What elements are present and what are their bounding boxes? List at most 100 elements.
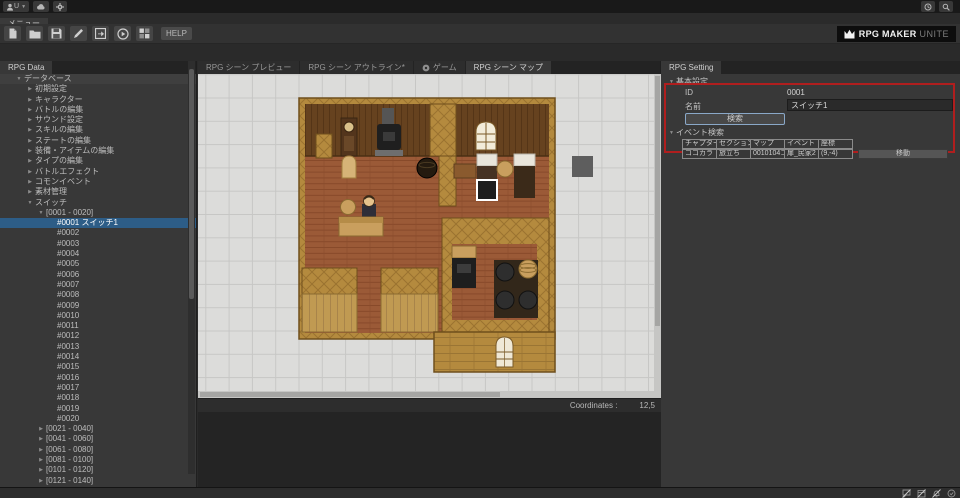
tree-item[interactable]: #0002 bbox=[0, 228, 196, 238]
expander-icon[interactable] bbox=[25, 177, 35, 187]
tree-item[interactable]: ステートの編集 bbox=[0, 136, 196, 146]
new-file-button[interactable] bbox=[4, 26, 21, 41]
expander-icon[interactable] bbox=[25, 115, 35, 125]
tree-item[interactable]: #0018 bbox=[0, 393, 196, 403]
history-button[interactable] bbox=[921, 1, 935, 12]
foldout-open-icon[interactable] bbox=[667, 79, 676, 85]
character-sprite[interactable] bbox=[362, 196, 376, 218]
expander-icon[interactable] bbox=[14, 74, 24, 84]
tree-item[interactable]: スイッチ bbox=[0, 198, 196, 208]
tree-item[interactable]: #0017 bbox=[0, 383, 196, 393]
tree-item[interactable]: #0014 bbox=[0, 352, 196, 362]
tree-item[interactable]: [0061 - 0080] bbox=[0, 445, 196, 455]
expander-icon[interactable] bbox=[36, 465, 46, 475]
tree-item[interactable]: #0011 bbox=[0, 321, 196, 331]
expander-icon[interactable] bbox=[36, 445, 46, 455]
open-folder-button[interactable] bbox=[26, 26, 43, 41]
settings-button[interactable] bbox=[53, 1, 67, 12]
tree-item[interactable]: 素材管理 bbox=[0, 187, 196, 197]
dark-tile[interactable] bbox=[572, 156, 593, 177]
tree-item[interactable]: [0001 - 0020] bbox=[0, 208, 196, 218]
tree-item[interactable]: サウンド設定 bbox=[0, 115, 196, 125]
scrollbar-thumb[interactable] bbox=[200, 392, 500, 397]
search-button[interactable] bbox=[939, 1, 953, 12]
tab-scene-outline[interactable]: RPG シーン アウトライン* bbox=[300, 61, 413, 74]
expander-icon[interactable] bbox=[25, 84, 35, 94]
tree-item[interactable]: キャラクター bbox=[0, 95, 196, 105]
tree-item[interactable]: データベース bbox=[0, 74, 196, 84]
expander-icon[interactable] bbox=[25, 146, 35, 156]
move-button[interactable]: 移動 bbox=[858, 149, 948, 159]
tree-item[interactable]: スキルの編集 bbox=[0, 125, 196, 135]
tree-item[interactable]: #0012 bbox=[0, 331, 196, 341]
tree-item[interactable]: #0003 bbox=[0, 239, 196, 249]
search-event-button[interactable]: 検索 bbox=[685, 113, 785, 125]
scrollbar-thumb[interactable] bbox=[189, 69, 194, 299]
tree-item[interactable]: #0009 bbox=[0, 301, 196, 311]
tree-item[interactable]: 装備・アイテムの編集 bbox=[0, 146, 196, 156]
selected-event-tile[interactable] bbox=[477, 180, 497, 200]
tab-rpg-data[interactable]: RPG Data bbox=[0, 61, 52, 74]
progress-circle-icon[interactable] bbox=[947, 489, 956, 498]
expander-icon[interactable] bbox=[36, 208, 46, 218]
tree-item[interactable]: 初期設定 bbox=[0, 84, 196, 94]
tree-item[interactable]: #0006 bbox=[0, 270, 196, 280]
tree-item[interactable]: コモンイベント bbox=[0, 177, 196, 187]
cloud-button[interactable] bbox=[33, 1, 49, 12]
map-vertical-scrollbar[interactable] bbox=[654, 74, 661, 398]
expander-icon[interactable] bbox=[36, 424, 46, 434]
tree-item[interactable]: #0015 bbox=[0, 362, 196, 372]
tab-game[interactable]: ゲーム bbox=[414, 61, 465, 74]
expander-icon[interactable] bbox=[25, 187, 35, 197]
expander-icon[interactable] bbox=[25, 156, 35, 166]
tree-item[interactable]: [0081 - 0100] bbox=[0, 455, 196, 465]
expander-icon[interactable] bbox=[25, 105, 35, 115]
tree-item[interactable]: #0020 bbox=[0, 414, 196, 424]
tree-item[interactable]: #0016 bbox=[0, 373, 196, 383]
play-button[interactable] bbox=[114, 26, 131, 41]
map-canvas[interactable] bbox=[198, 74, 654, 391]
tree-item[interactable]: バトルエフェクト bbox=[0, 167, 196, 177]
scrollbar-thumb[interactable] bbox=[655, 76, 660, 326]
tree-item[interactable]: [0101 - 0120] bbox=[0, 465, 196, 475]
name-input[interactable] bbox=[787, 99, 953, 111]
expander-icon[interactable] bbox=[25, 125, 35, 135]
tree-item[interactable]: #0001 スイッチ1 bbox=[0, 218, 196, 228]
account-button[interactable]: U ▼ bbox=[3, 1, 29, 12]
tree-item[interactable]: [0041 - 0060] bbox=[0, 434, 196, 444]
expander-icon[interactable] bbox=[25, 167, 35, 177]
map-horizontal-scrollbar[interactable] bbox=[198, 391, 654, 398]
assets-button[interactable] bbox=[136, 26, 153, 41]
expander-icon[interactable] bbox=[25, 136, 35, 146]
expander-icon[interactable] bbox=[36, 455, 46, 465]
tree-item[interactable]: #0007 bbox=[0, 280, 196, 290]
expander-icon[interactable] bbox=[36, 434, 46, 444]
import-button[interactable] bbox=[92, 26, 109, 41]
tree-item[interactable]: #0013 bbox=[0, 342, 196, 352]
save-button[interactable] bbox=[48, 26, 65, 41]
tab-scene-preview[interactable]: RPG シーン プレビュー bbox=[198, 61, 299, 74]
edit-button[interactable] bbox=[70, 26, 87, 41]
tree-item[interactable]: #0019 bbox=[0, 404, 196, 414]
tree-item[interactable]: #0008 bbox=[0, 290, 196, 300]
package-muted-icon[interactable] bbox=[917, 489, 926, 498]
event-search-foldout[interactable]: イベント検索 bbox=[667, 127, 724, 138]
help-button[interactable]: HELP bbox=[161, 27, 192, 40]
basic-settings-foldout[interactable]: 基本設定 bbox=[667, 76, 708, 87]
tree-item[interactable]: [0121 - 0140] bbox=[0, 476, 196, 486]
tree-item[interactable]: バトルの編集 bbox=[0, 105, 196, 115]
expander-icon[interactable] bbox=[25, 95, 35, 105]
tab-scene-map[interactable]: RPG シーン マップ bbox=[466, 61, 551, 74]
foldout-open-icon[interactable] bbox=[667, 130, 676, 136]
tree-item[interactable]: タイプの編集 bbox=[0, 156, 196, 166]
tree-item[interactable]: #0005 bbox=[0, 259, 196, 269]
expander-icon[interactable] bbox=[36, 476, 46, 486]
tab-rpg-setting[interactable]: RPG Setting bbox=[661, 61, 721, 74]
tree-item[interactable]: #0004 bbox=[0, 249, 196, 259]
tree-item[interactable]: [0021 - 0040] bbox=[0, 424, 196, 434]
tree-item[interactable]: #0010 bbox=[0, 311, 196, 321]
bell-muted-icon[interactable] bbox=[932, 489, 941, 498]
expander-icon[interactable] bbox=[25, 198, 35, 208]
left-panel-scrollbar[interactable] bbox=[188, 61, 195, 474]
chat-muted-icon[interactable] bbox=[902, 489, 911, 498]
